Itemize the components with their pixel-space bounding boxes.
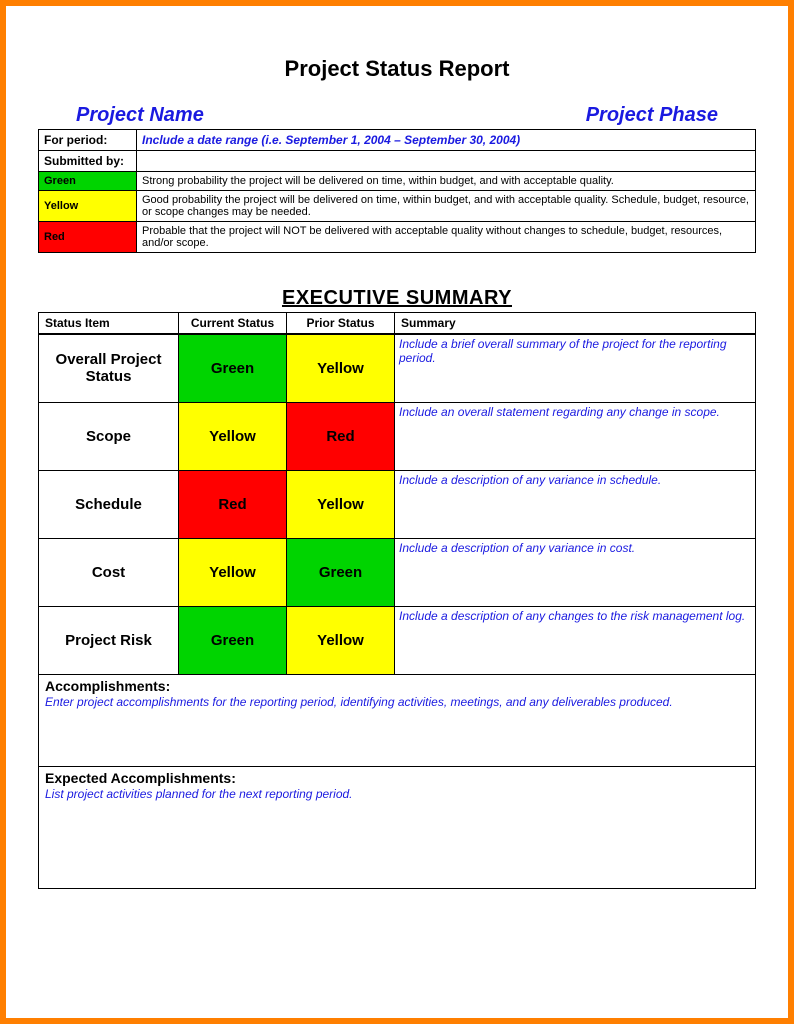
table-row: Overall Project Status Green Yellow Incl… (39, 334, 756, 402)
summary-table: Status Item Current Status Prior Status … (38, 312, 756, 889)
accomplishments-label: Accomplishments: (45, 678, 170, 694)
submitted-by-value (137, 151, 756, 172)
prior-status-cell: Yellow (287, 334, 395, 402)
project-name-label: Project Name (76, 104, 204, 127)
for-period-label: For period: (39, 130, 137, 151)
header-labels: Project Name Project Phase (38, 104, 756, 129)
page: Project Status Report Project Name Proje… (0, 0, 794, 1024)
table-row: Project Risk Green Yellow Include a desc… (39, 606, 756, 674)
legend-swatch-red: Red (39, 222, 137, 253)
legend-desc-yellow: Good probability the project will be del… (137, 191, 756, 222)
prior-status-cell: Yellow (287, 606, 395, 674)
prior-status-cell: Green (287, 538, 395, 606)
table-row: Scope Yellow Red Include an overall stat… (39, 402, 756, 470)
table-row: Schedule Red Yellow Include a descriptio… (39, 470, 756, 538)
col-prior-status: Prior Status (287, 313, 395, 335)
legend-desc-green: Strong probability the project will be d… (137, 172, 756, 191)
table-row: Cost Yellow Green Include a description … (39, 538, 756, 606)
current-status-cell: Red (179, 470, 287, 538)
submitted-by-label: Submitted by: (39, 151, 137, 172)
status-item: Cost (39, 538, 179, 606)
status-item: Schedule (39, 470, 179, 538)
summary-cell: Include a description of any variance in… (395, 538, 756, 606)
prior-status-cell: Red (287, 402, 395, 470)
info-table: For period: Include a date range (i.e. S… (38, 129, 756, 253)
for-period-value: Include a date range (i.e. September 1, … (137, 130, 756, 151)
prior-status-cell: Yellow (287, 470, 395, 538)
expected-label: Expected Accomplishments: (45, 770, 236, 786)
current-status-cell: Yellow (179, 402, 287, 470)
status-item: Scope (39, 402, 179, 470)
current-status-cell: Green (179, 606, 287, 674)
expected-hint: List project activities planned for the … (45, 787, 749, 801)
current-status-cell: Yellow (179, 538, 287, 606)
project-phase-label: Project Phase (586, 104, 718, 127)
current-status-cell: Green (179, 334, 287, 402)
legend-swatch-green: Green (39, 172, 137, 191)
col-status-item: Status Item (39, 313, 179, 335)
col-summary: Summary (395, 313, 756, 335)
executive-summary-heading: EXECUTIVE SUMMARY (38, 287, 756, 310)
legend-swatch-yellow: Yellow (39, 191, 137, 222)
summary-cell: Include a description of any variance in… (395, 470, 756, 538)
status-item: Overall Project Status (39, 334, 179, 402)
document-title: Project Status Report (38, 56, 756, 82)
summary-cell: Include a description of any changes to … (395, 606, 756, 674)
status-item: Project Risk (39, 606, 179, 674)
summary-header-row: Status Item Current Status Prior Status … (39, 313, 756, 335)
accomplishments-row: Accomplishments: Enter project accomplis… (39, 674, 756, 766)
col-current-status: Current Status (179, 313, 287, 335)
expected-accomplishments-row: Expected Accomplishments: List project a… (39, 766, 756, 888)
summary-cell: Include an overall statement regarding a… (395, 402, 756, 470)
summary-cell: Include a brief overall summary of the p… (395, 334, 756, 402)
legend-desc-red: Probable that the project will NOT be de… (137, 222, 756, 253)
accomplishments-hint: Enter project accomplishments for the re… (45, 695, 749, 709)
